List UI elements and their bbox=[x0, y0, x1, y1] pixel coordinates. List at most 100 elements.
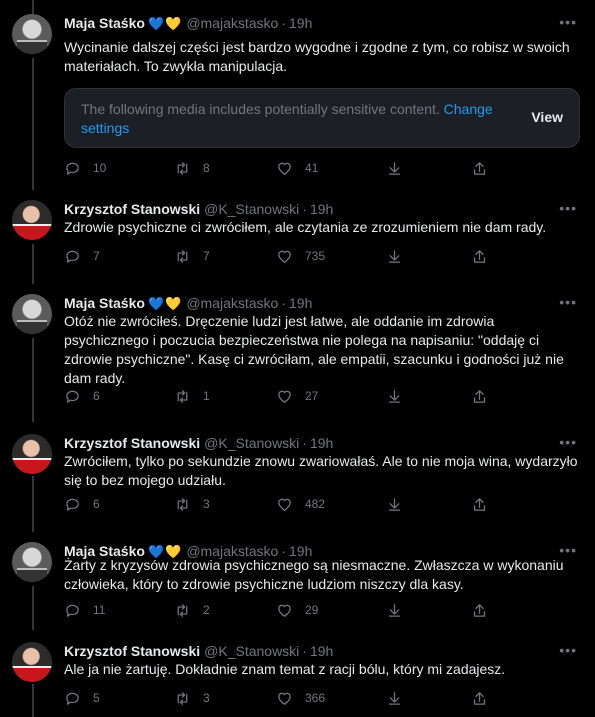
author-name[interactable]: Krzysztof Stanowski bbox=[64, 435, 200, 451]
download-button[interactable] bbox=[386, 600, 403, 620]
action-bar: 5 3 366 bbox=[64, 688, 504, 708]
tweet[interactable]: Maja Staśko 💙💛 @majakstasko · 19h ••• Wycina… bbox=[0, 0, 595, 186]
tweet[interactable]: Maja Staśko 💙💛 @majakstasko · 19h ••• Żarty … bbox=[0, 528, 595, 628]
retweet-button[interactable]: 3 bbox=[174, 494, 210, 514]
share-button[interactable] bbox=[471, 386, 488, 406]
like-button[interactable]: 41 bbox=[276, 158, 318, 178]
view-button[interactable]: View bbox=[531, 109, 563, 125]
action-bar: 7 7 735 bbox=[64, 246, 504, 266]
download-button[interactable] bbox=[386, 688, 403, 708]
author-handle[interactable]: @K_Stanowski bbox=[204, 201, 299, 217]
like-count: 29 bbox=[305, 603, 319, 617]
like-button[interactable]: 735 bbox=[276, 246, 325, 266]
download-icon bbox=[388, 603, 401, 617]
reply-button[interactable]: 6 bbox=[64, 386, 100, 406]
reply-icon bbox=[66, 498, 79, 511]
like-button[interactable]: 29 bbox=[276, 600, 318, 620]
tweet-text: Zdrowie psychiczne ci zwróciłem, ale czy… bbox=[64, 219, 547, 235]
reply-button[interactable]: 6 bbox=[64, 494, 100, 514]
tweet-header: Maja Staśko 💙💛 @majakstasko · 19h bbox=[64, 14, 312, 33]
reply-button[interactable]: 5 bbox=[64, 688, 100, 708]
tweet-header: Krzysztof Stanowski @K_Stanowski · 19h bbox=[64, 200, 333, 218]
reply-count: 10 bbox=[93, 161, 107, 175]
blue-heart-emoji: 💙 bbox=[147, 16, 166, 31]
retweet-button[interactable]: 2 bbox=[174, 600, 210, 620]
author-handle[interactable]: @majakstasko bbox=[186, 15, 278, 31]
retweet-count: 3 bbox=[203, 497, 210, 511]
reply-button[interactable]: 7 bbox=[64, 246, 100, 266]
retweet-button[interactable]: 1 bbox=[174, 386, 210, 406]
share-button[interactable] bbox=[471, 494, 488, 514]
download-button[interactable] bbox=[386, 386, 403, 406]
heart-icon bbox=[278, 498, 291, 511]
retweet-count: 7 bbox=[203, 249, 210, 263]
like-button[interactable]: 482 bbox=[276, 494, 325, 514]
tweet-header: Krzysztof Stanowski @K_Stanowski · 19h bbox=[64, 434, 333, 452]
reply-icon bbox=[66, 250, 79, 263]
like-count: 482 bbox=[305, 497, 326, 511]
timestamp[interactable]: 19h bbox=[310, 643, 333, 659]
tweet[interactable]: Krzysztof Stanowski @K_Stanowski · 19h ••• … bbox=[0, 420, 595, 528]
share-button[interactable] bbox=[471, 600, 488, 620]
tweet-text: Żarty z kryzysów zdrowia psychicznego są… bbox=[64, 557, 564, 592]
retweet-count: 1 bbox=[203, 389, 210, 403]
download-button[interactable] bbox=[386, 246, 403, 266]
share-button[interactable] bbox=[471, 246, 488, 266]
author-name[interactable]: Maja Staśko bbox=[64, 295, 145, 311]
reply-button[interactable]: 10 bbox=[64, 158, 106, 178]
avatar[interactable] bbox=[12, 14, 52, 54]
more-icon[interactable]: ••• bbox=[559, 642, 577, 658]
avatar[interactable] bbox=[12, 434, 52, 474]
download-button[interactable] bbox=[386, 158, 403, 178]
reply-button[interactable]: 11 bbox=[64, 600, 105, 620]
avatar[interactable] bbox=[12, 542, 52, 582]
action-bar: 10 8 41 bbox=[64, 158, 504, 178]
like-button[interactable]: 366 bbox=[276, 688, 325, 708]
timestamp[interactable]: 19h bbox=[289, 295, 312, 311]
download-icon bbox=[388, 161, 401, 175]
download-button[interactable] bbox=[386, 494, 403, 514]
name-emoji: 💙💛 bbox=[148, 296, 182, 311]
share-icon bbox=[473, 497, 486, 511]
author-name[interactable]: Krzysztof Stanowski bbox=[64, 201, 200, 217]
more-icon[interactable]: ••• bbox=[559, 294, 577, 310]
download-icon bbox=[388, 389, 401, 403]
share-icon bbox=[473, 691, 486, 705]
retweet-button[interactable]: 7 bbox=[174, 246, 210, 266]
tweet-text: Otóż nie zwróciłeś. Dręczenie ludzi jest… bbox=[64, 313, 564, 386]
author-handle[interactable]: @K_Stanowski bbox=[204, 435, 299, 451]
reply-count: 6 bbox=[93, 497, 100, 511]
share-button[interactable] bbox=[471, 688, 488, 708]
timestamp[interactable]: 19h bbox=[310, 435, 333, 451]
more-icon[interactable]: ••• bbox=[559, 200, 577, 216]
avatar[interactable] bbox=[12, 200, 52, 240]
like-count: 366 bbox=[305, 691, 326, 705]
tweet[interactable]: Krzysztof Stanowski @K_Stanowski · 19h ••• … bbox=[0, 628, 595, 717]
share-icon bbox=[473, 389, 486, 403]
avatar[interactable] bbox=[12, 294, 52, 334]
more-icon[interactable]: ••• bbox=[559, 434, 577, 450]
author-name[interactable]: Krzysztof Stanowski bbox=[64, 643, 200, 659]
more-icon[interactable]: ••• bbox=[559, 14, 577, 30]
yellow-heart-emoji: 💛 bbox=[165, 296, 183, 311]
tweet[interactable]: Krzysztof Stanowski @K_Stanowski · 19h ••• … bbox=[0, 186, 595, 280]
separator-dot: · bbox=[281, 295, 287, 311]
like-count: 735 bbox=[305, 249, 326, 263]
author-handle[interactable]: @majakstasko bbox=[186, 295, 278, 311]
timestamp[interactable]: 19h bbox=[289, 15, 312, 31]
avatar[interactable] bbox=[12, 642, 52, 682]
reply-count: 11 bbox=[93, 603, 106, 617]
retweet-count: 3 bbox=[203, 691, 210, 705]
reply-count: 5 bbox=[93, 691, 100, 705]
author-handle[interactable]: @K_Stanowski bbox=[204, 643, 299, 659]
tweet[interactable]: Maja Staśko 💙💛 @majakstasko · 19h ••• Otóż n… bbox=[0, 280, 595, 420]
retweet-button[interactable]: 8 bbox=[174, 158, 210, 178]
author-name[interactable]: Maja Staśko bbox=[64, 15, 145, 31]
retweet-button[interactable]: 3 bbox=[174, 688, 210, 708]
blue-heart-emoji: 💙 bbox=[147, 296, 166, 311]
like-button[interactable]: 27 bbox=[276, 386, 318, 406]
reply-icon bbox=[66, 162, 79, 175]
retweet-icon bbox=[177, 691, 188, 705]
timestamp[interactable]: 19h bbox=[310, 201, 333, 217]
share-button[interactable] bbox=[471, 158, 488, 178]
